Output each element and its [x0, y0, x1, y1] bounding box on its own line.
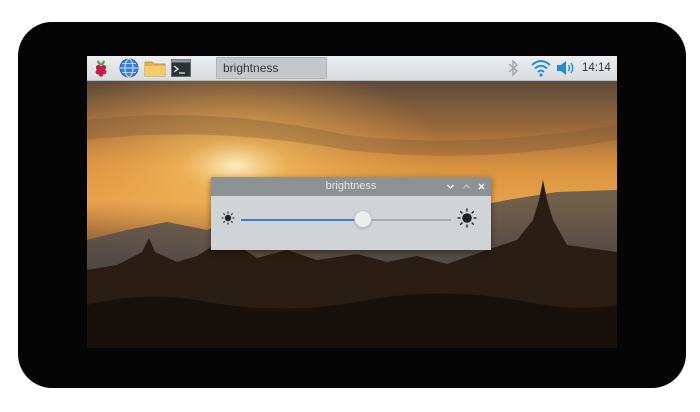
- close-icon[interactable]: [474, 179, 489, 194]
- slider-fill: [241, 219, 363, 221]
- maximize-icon[interactable]: [459, 179, 474, 194]
- volume-icon[interactable]: [555, 58, 577, 78]
- wifi-icon[interactable]: [530, 58, 552, 78]
- terminal-icon[interactable]: [170, 58, 192, 78]
- taskbar-window-button[interactable]: brightness: [216, 57, 327, 79]
- brightness-dialog: brightness: [211, 177, 491, 250]
- file-manager-icon[interactable]: [143, 58, 167, 78]
- slider-thumb[interactable]: [353, 210, 372, 228]
- taskbar: brightness 14:14: [87, 56, 617, 81]
- web-browser-icon[interactable]: [118, 58, 140, 78]
- brightness-high-icon: [457, 208, 477, 228]
- taskbar-window-label: brightness: [223, 61, 279, 75]
- minimize-icon[interactable]: [443, 179, 458, 194]
- dialog-titlebar[interactable]: brightness: [211, 177, 491, 196]
- taskbar-clock[interactable]: 14:14: [582, 56, 611, 80]
- bluetooth-icon[interactable]: [505, 58, 521, 78]
- screen: brightness 14:14 brightness: [87, 56, 617, 348]
- brightness-slider-area: [211, 196, 491, 250]
- raspberry-menu-icon[interactable]: [91, 58, 111, 78]
- brightness-low-icon: [221, 211, 235, 225]
